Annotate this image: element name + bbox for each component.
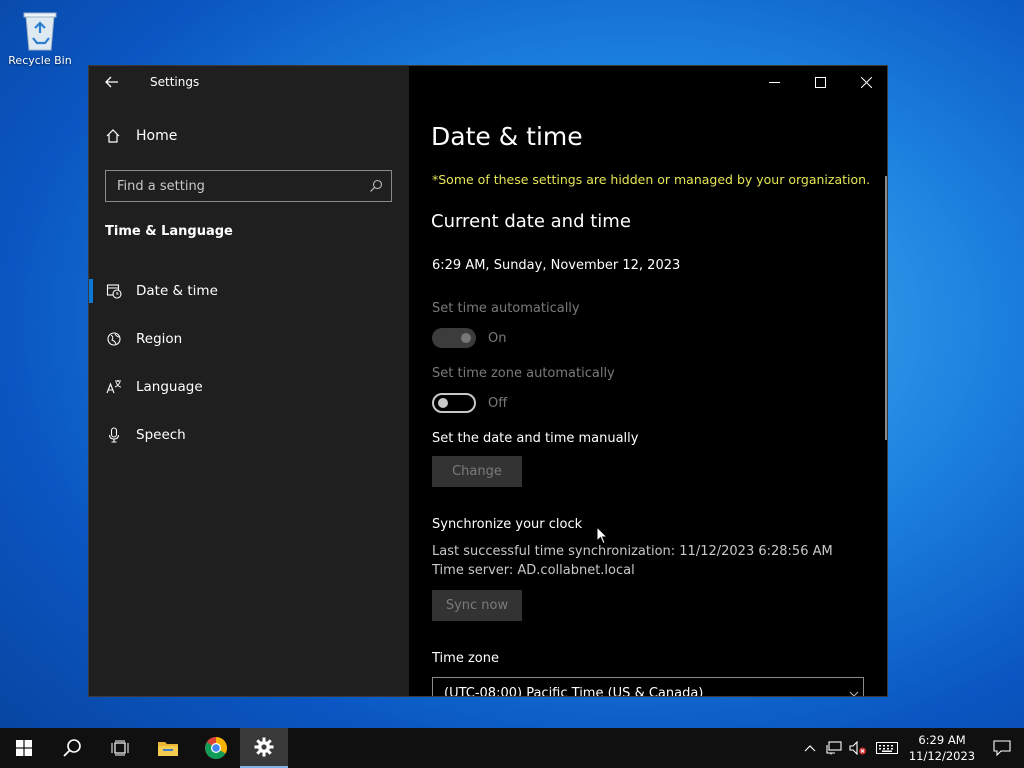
sidebar-item-speech[interactable]: Speech xyxy=(89,411,409,459)
title-bar: Settings xyxy=(89,66,409,98)
volume-button[interactable] xyxy=(846,728,870,768)
manual-datetime-label: Set the date and time manually xyxy=(432,431,639,446)
maximize-button[interactable] xyxy=(797,66,843,98)
set-time-auto-row: On xyxy=(432,328,506,348)
app-title: Settings xyxy=(150,75,200,89)
calendar-clock-icon xyxy=(106,283,124,299)
chrome-button[interactable] xyxy=(192,728,240,768)
time-server-info: Time server: AD.collabnet.local xyxy=(432,563,635,578)
set-tz-auto-row: Off xyxy=(432,393,507,413)
set-time-auto-state: On xyxy=(488,330,507,346)
section-heading: Time & Language xyxy=(105,224,233,239)
clock-time: 6:29 AM xyxy=(918,733,966,747)
keyboard-button[interactable] xyxy=(870,728,904,768)
main-content: Date & time *Some of these settings are … xyxy=(409,66,887,697)
search-box[interactable] xyxy=(105,170,392,202)
chevron-up-icon xyxy=(804,745,816,752)
system-tray: 6:29 AM 11/12/2023 xyxy=(798,728,1024,768)
chrome-icon xyxy=(205,737,227,759)
current-datetime-value: 6:29 AM, Sunday, November 12, 2023 xyxy=(432,258,681,273)
recycle-bin-label: Recycle Bin xyxy=(8,54,72,67)
time-zone-label: Time zone xyxy=(432,651,499,666)
windows-logo-icon xyxy=(16,740,32,756)
sync-now-button[interactable]: Sync now xyxy=(432,590,522,621)
set-time-auto-toggle[interactable] xyxy=(432,328,476,348)
microphone-icon xyxy=(106,427,124,443)
nav-list: Date & time Region Language Speech xyxy=(89,267,409,459)
maximize-icon xyxy=(814,76,826,88)
last-sync-info: Last successful time synchronization: 11… xyxy=(432,544,833,559)
clock-date: 11/12/2023 xyxy=(908,749,976,763)
sidebar-item-date-time[interactable]: Date & time xyxy=(89,267,409,315)
volume-muted-icon xyxy=(849,741,866,755)
sidebar-item-label: Speech xyxy=(136,427,186,443)
sidebar-item-label: Date & time xyxy=(136,283,218,299)
notification-icon xyxy=(993,740,1011,756)
globe-icon xyxy=(106,331,124,347)
start-button[interactable] xyxy=(0,728,48,768)
sidebar-item-label: Language xyxy=(136,379,203,395)
language-icon xyxy=(106,379,124,395)
action-center-button[interactable] xyxy=(980,728,1024,768)
page-title: Date & time xyxy=(431,122,583,151)
change-button[interactable]: Change xyxy=(432,456,522,487)
mouse-cursor-icon xyxy=(596,526,608,545)
network-button[interactable] xyxy=(822,728,846,768)
minimize-button[interactable] xyxy=(751,66,797,98)
close-button[interactable] xyxy=(843,66,887,98)
scrollbar[interactable] xyxy=(885,176,887,440)
sidebar-item-label: Region xyxy=(136,331,183,347)
home-nav-item[interactable]: Home xyxy=(105,128,177,144)
task-view-button[interactable] xyxy=(96,728,144,768)
back-arrow-icon xyxy=(105,76,118,88)
recycle-bin-icon xyxy=(23,12,57,51)
time-zone-value: (UTC-08:00) Pacific Time (US & Canada) xyxy=(444,686,704,697)
close-icon xyxy=(860,76,872,88)
gear-icon xyxy=(254,737,274,757)
window-controls xyxy=(751,66,887,98)
taskbar: 6:29 AM 11/12/2023 xyxy=(0,728,1024,768)
task-view-icon xyxy=(111,740,129,756)
sidebar: Settings Home Time & Language xyxy=(89,66,409,696)
settings-taskbar-button[interactable] xyxy=(240,728,288,768)
recycle-bin[interactable]: Recycle Bin xyxy=(6,8,74,67)
keyboard-icon xyxy=(876,742,898,754)
sidebar-item-language[interactable]: Language xyxy=(89,363,409,411)
search-icon xyxy=(63,739,81,757)
sidebar-item-region[interactable]: Region xyxy=(89,315,409,363)
set-tz-auto-toggle[interactable] xyxy=(432,393,476,413)
taskbar-clock[interactable]: 6:29 AM 11/12/2023 xyxy=(904,732,980,764)
folder-icon xyxy=(158,742,178,756)
show-hidden-icons-button[interactable] xyxy=(798,728,822,768)
search-input[interactable] xyxy=(117,178,347,194)
set-tz-auto-state: Off xyxy=(488,395,508,411)
managed-note: *Some of these settings are hidden or ma… xyxy=(432,172,871,187)
network-icon xyxy=(826,741,842,755)
file-explorer-button[interactable] xyxy=(144,728,192,768)
set-tz-auto-label: Set time zone automatically xyxy=(432,366,615,381)
back-button[interactable] xyxy=(89,66,135,98)
current-date-time-heading: Current date and time xyxy=(431,211,631,232)
sync-clock-heading: Synchronize your clock xyxy=(432,517,583,532)
home-label: Home xyxy=(136,128,178,144)
time-zone-select[interactable]: (UTC-08:00) Pacific Time (US & Canada) xyxy=(432,677,864,697)
search-button[interactable] xyxy=(48,728,96,768)
chevron-down-icon xyxy=(849,691,859,696)
set-time-auto-label: Set time automatically xyxy=(432,301,580,316)
settings-window: Settings Home Time & Language xyxy=(88,65,888,697)
home-icon xyxy=(105,128,121,144)
search-icon[interactable] xyxy=(369,179,383,193)
minimize-icon xyxy=(768,81,780,83)
